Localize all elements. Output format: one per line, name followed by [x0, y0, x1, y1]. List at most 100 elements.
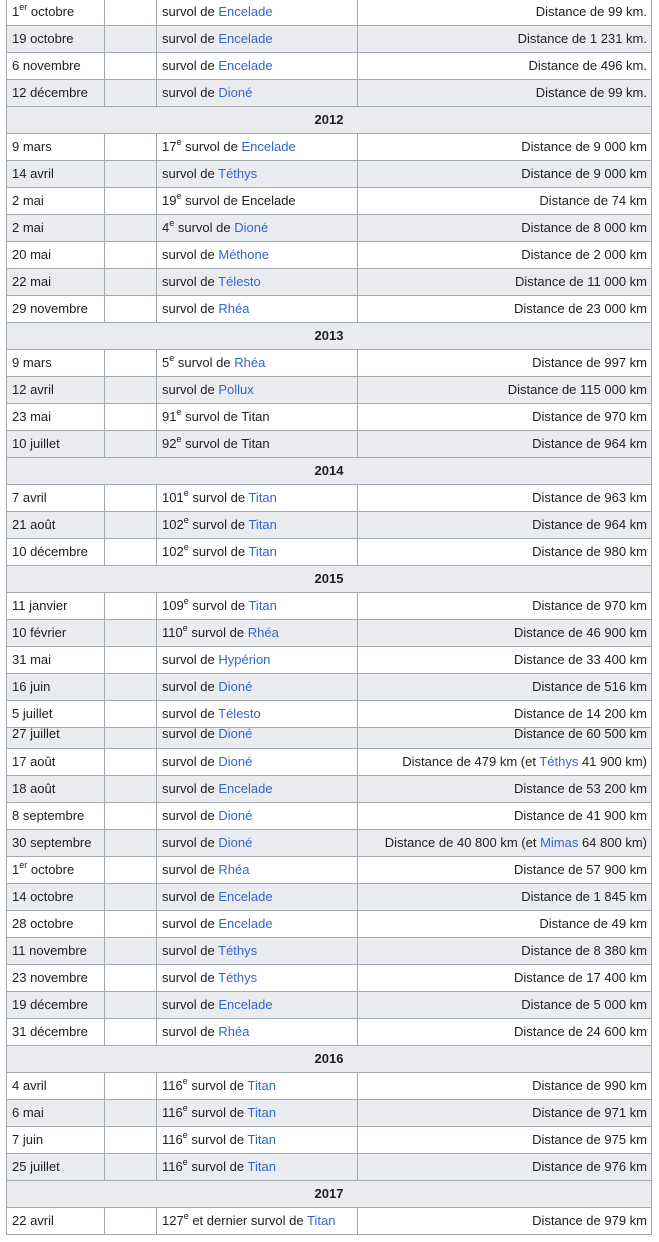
- wiki-link[interactable]: Télesto: [218, 706, 261, 721]
- wiki-link[interactable]: Téthys: [539, 754, 578, 769]
- cell-text: 102: [162, 517, 184, 532]
- table-row: 7 juin 116e survol de Titan Distance de 97…: [6, 1127, 652, 1154]
- wiki-link[interactable]: Dioné: [218, 728, 252, 741]
- wiki-link[interactable]: Téthys: [218, 943, 257, 958]
- cell-text: 19 octobre: [12, 31, 74, 46]
- empty-cell: [105, 701, 157, 727]
- distance-cell: Distance de 1 231 km.: [358, 26, 652, 52]
- distance-cell: Distance de 57 900 km: [358, 857, 652, 883]
- wiki-link[interactable]: Rhéa: [218, 862, 249, 877]
- wiki-link[interactable]: Téthys: [218, 970, 257, 985]
- cell-text: 18 août: [12, 781, 56, 796]
- date-cell: 28 octobre: [7, 911, 105, 937]
- wiki-link[interactable]: Encelade: [218, 997, 272, 1012]
- cell-text: survol de Encelade: [181, 193, 296, 208]
- event-cell: survol de Rhéa: [157, 857, 358, 883]
- event-cell: survol de Dioné: [157, 674, 358, 700]
- cell-text: survol de: [162, 754, 219, 769]
- distance-cell: Distance de 11 000 km: [358, 269, 652, 295]
- wiki-link[interactable]: Encelade: [218, 4, 272, 19]
- wiki-link[interactable]: Dioné: [218, 835, 252, 850]
- table-row: 2 mai 19e survol de Encelade Distance de 7…: [6, 188, 652, 215]
- empty-cell: [105, 803, 157, 829]
- table-row: 17 août survol de Dioné Distance de 479 km…: [6, 749, 652, 776]
- table-row: 30 septembre survol de Dioné Distance de 4…: [6, 830, 652, 857]
- event-cell: survol de Encelade: [157, 0, 358, 25]
- table-row: 18 août survol de Encelade Distance de 53 …: [6, 776, 652, 803]
- empty-cell: [105, 539, 157, 565]
- wiki-link[interactable]: Encelade: [218, 58, 272, 73]
- empty-cell: [105, 830, 157, 856]
- date-cell: 10 juillet: [7, 431, 105, 457]
- event-cell: survol de Hypérion: [157, 647, 358, 673]
- cell-text: 101: [162, 490, 184, 505]
- date-cell: 23 novembre: [7, 965, 105, 991]
- wiki-link[interactable]: Rhéa: [234, 355, 265, 370]
- date-cell: 22 mai: [7, 269, 105, 295]
- wiki-link[interactable]: Hypérion: [218, 652, 270, 667]
- event-cell: 101e survol de Titan: [157, 485, 358, 511]
- cell-text: survol de: [162, 808, 219, 823]
- year-header-row: 2015: [6, 566, 652, 593]
- cell-text: survol de: [162, 58, 219, 73]
- event-cell: survol de Téthys: [157, 965, 358, 991]
- wiki-link[interactable]: Téthys: [218, 166, 257, 181]
- wiki-link[interactable]: Encelade: [218, 889, 272, 904]
- cell-text: 14 octobre: [12, 889, 74, 904]
- wiki-link[interactable]: Titan: [248, 1078, 276, 1093]
- cell-text: 41 900 km): [578, 754, 647, 769]
- wiki-link[interactable]: Titan: [248, 544, 276, 559]
- wiki-link[interactable]: Encelade: [218, 31, 272, 46]
- wiki-link[interactable]: Titan: [248, 598, 276, 613]
- cell-text: survol de: [187, 1132, 248, 1147]
- distance-cell: Distance de 99 km.: [358, 80, 652, 106]
- cell-text: Distance de 23 000 km: [514, 301, 647, 316]
- wiki-link[interactable]: Méthone: [218, 247, 269, 262]
- wiki-link[interactable]: Titan: [248, 517, 276, 532]
- empty-cell: [105, 161, 157, 187]
- date-cell: 14 octobre: [7, 884, 105, 910]
- wiki-link[interactable]: Titan: [248, 490, 276, 505]
- wiki-link[interactable]: Rhéa: [218, 1024, 249, 1039]
- wiki-link[interactable]: Dioné: [218, 808, 252, 823]
- cell-text: 11 janvier: [12, 598, 68, 613]
- wiki-link[interactable]: Encelade: [218, 916, 272, 931]
- wiki-link[interactable]: Télesto: [218, 274, 261, 289]
- cell-text: Distance de 8 000 km: [521, 220, 647, 235]
- table-row: 29 novembre survol de Rhéa Distance de 23 …: [6, 296, 652, 323]
- cell-text: Distance de 33 400 km: [514, 652, 647, 667]
- cell-text: 14 avril: [12, 166, 54, 181]
- wiki-link[interactable]: Titan: [307, 1213, 335, 1228]
- wiki-link[interactable]: Dioné: [218, 85, 252, 100]
- wiki-link[interactable]: Pollux: [218, 382, 253, 397]
- cell-text: 110: [162, 625, 183, 640]
- cell-text: Distance de 11 000 km: [515, 274, 647, 289]
- distance-cell: Distance de 17 400 km: [358, 965, 652, 991]
- distance-cell: Distance de 49 km: [358, 911, 652, 937]
- wiki-link[interactable]: Dioné: [234, 220, 268, 235]
- wiki-link[interactable]: Titan: [248, 1105, 276, 1120]
- cell-text: survol de: [162, 970, 219, 985]
- cell-text: 19 décembre: [12, 997, 88, 1012]
- distance-cell: Distance de 40 800 km (et Mimas 64 800 k…: [358, 830, 652, 856]
- empty-cell: [105, 431, 157, 457]
- wiki-link[interactable]: Mimas: [540, 835, 578, 850]
- cell-text: Distance de 1 845 km: [521, 889, 647, 904]
- wiki-link[interactable]: Rhéa: [248, 625, 279, 640]
- wiki-link[interactable]: Titan: [248, 1159, 276, 1174]
- wiki-link[interactable]: Encelade: [218, 781, 272, 796]
- cell-text: 6 novembre: [12, 58, 81, 73]
- wiki-link[interactable]: Dioné: [218, 679, 252, 694]
- date-cell: 10 décembre: [7, 539, 105, 565]
- wiki-link[interactable]: Dioné: [218, 754, 252, 769]
- wiki-link[interactable]: Rhéa: [218, 301, 249, 316]
- event-cell: survol de Rhéa: [157, 1019, 358, 1045]
- table-row: 6 mai 116e survol de Titan Distance de 971…: [6, 1100, 652, 1127]
- cell-text: Distance de 8 380 km: [521, 943, 647, 958]
- empty-cell: [105, 1154, 157, 1180]
- wiki-link[interactable]: Titan: [248, 1132, 276, 1147]
- cell-text: survol de: [188, 517, 249, 532]
- cell-text: Distance de 49 km: [539, 916, 647, 931]
- distance-cell: Distance de 980 km: [358, 539, 652, 565]
- wiki-link[interactable]: Encelade: [241, 139, 295, 154]
